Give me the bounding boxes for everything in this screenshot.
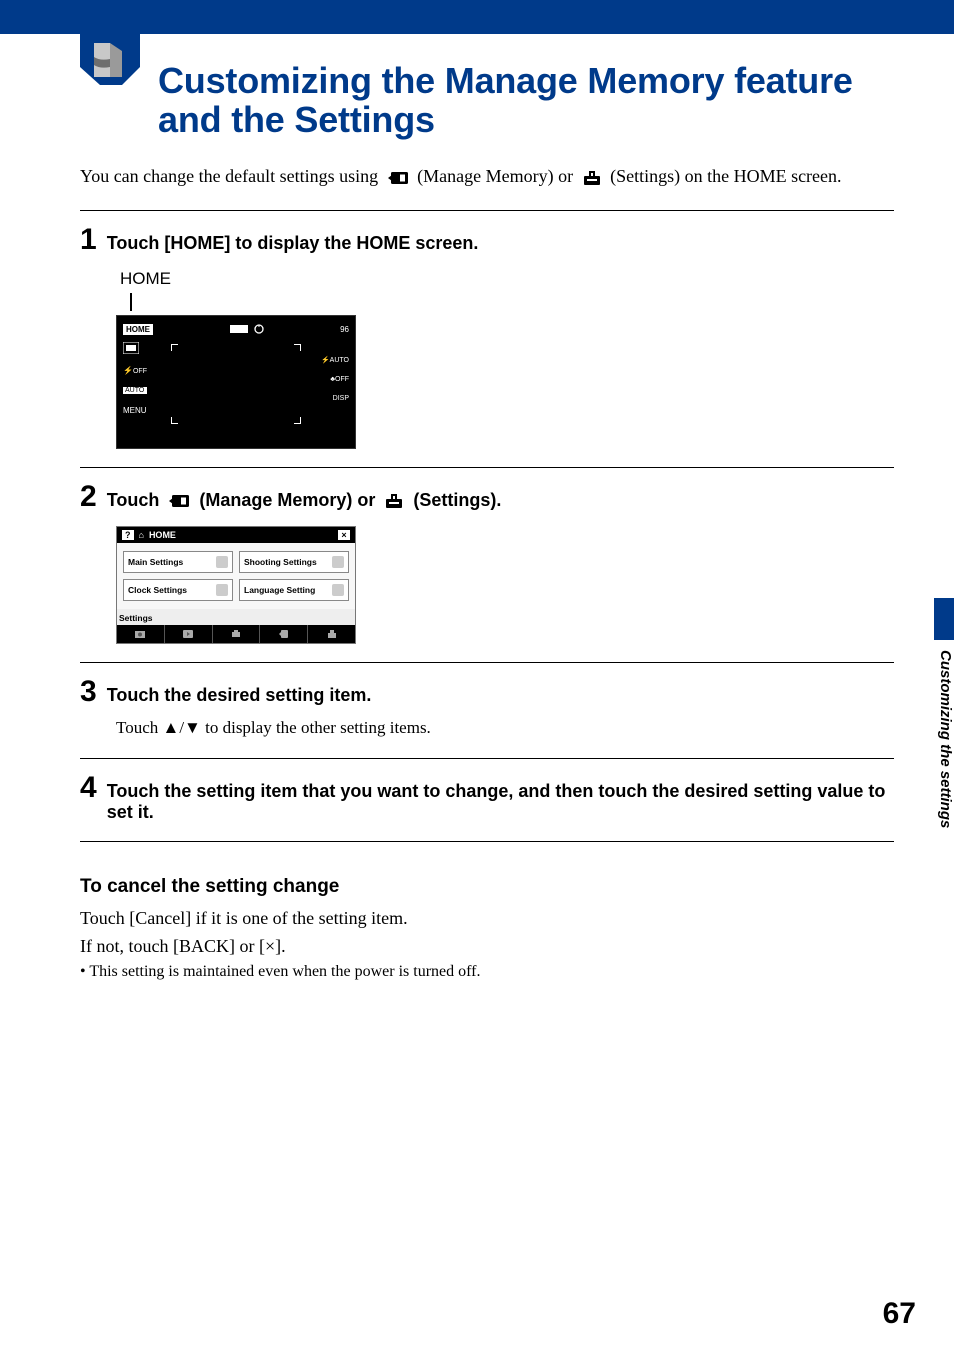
step-text: Touch the desired setting item.: [107, 685, 372, 706]
manage-memory-icon: [168, 494, 190, 508]
step-text: Touch (Manage Memory) or (Settings).: [107, 490, 502, 511]
tab-print-icon: [213, 625, 261, 643]
pointer-line: [130, 293, 132, 311]
lcd-auto-icon: AUTO: [123, 387, 147, 394]
step-text: Touch the setting item that you want to …: [107, 781, 894, 823]
step-number: 3: [80, 677, 97, 707]
cancel-heading: To cancel the setting change: [80, 876, 894, 898]
help-icon: ?: [122, 530, 134, 540]
step-subtext: Touch ▲/▼ to display the other setting i…: [116, 717, 894, 740]
side-section-label: Customizing the settings: [937, 650, 954, 828]
sliders-icon: [216, 556, 228, 568]
figure-label: HOME: [120, 269, 366, 289]
tab-manage-memory-icon: [260, 625, 308, 643]
divider: [80, 841, 894, 842]
language-icon: [332, 584, 344, 596]
side-tab: [934, 598, 954, 640]
language-setting-button: Language Setting: [239, 579, 349, 601]
step-number: 2: [80, 482, 97, 512]
lcd-disp-label: DISP: [333, 395, 349, 402]
lcd-flash-auto: ⚡AUTO: [321, 356, 349, 364]
main-settings-button: Main Settings: [123, 551, 233, 573]
divider: [80, 210, 894, 211]
lcd-macro-off: ♣OFF: [330, 376, 349, 383]
cancel-text: Touch [Cancel] if it is one of the setti…: [80, 906, 894, 930]
settings-menu-figure: ? ⌂ HOME × Main Settings Shooting Settin…: [116, 526, 356, 644]
tab-playback-icon: [165, 625, 213, 643]
camera-icon: [332, 556, 344, 568]
intro-paragraph: You can change the default settings usin…: [80, 164, 894, 188]
close-icon: ×: [338, 530, 350, 540]
menu-bar-title: HOME: [149, 530, 176, 540]
tab-settings-icon: [308, 625, 355, 643]
settings-label: Settings: [117, 609, 355, 625]
divider: [80, 467, 894, 468]
step-number: 4: [80, 773, 97, 803]
bottom-tab-bar: [117, 625, 355, 643]
frames-remaining: 96: [340, 325, 349, 334]
resolution-icon: [123, 342, 139, 354]
clock-settings-button: Clock Settings: [123, 579, 233, 601]
corner-graphic-icon: [80, 33, 140, 93]
settings-icon: [582, 170, 602, 186]
shooting-settings-button: Shooting Settings: [239, 551, 349, 573]
page-title: Customizing the Manage Memory feature an…: [158, 62, 894, 140]
note-bullet: • This setting is maintained even when t…: [80, 963, 894, 981]
home-icon: ⌂: [139, 530, 144, 540]
cancel-text: If not, touch [BACK] or [×].: [80, 934, 894, 958]
battery-icon: [230, 325, 248, 333]
lcd-menu-label: MENU: [123, 406, 147, 415]
divider: [80, 758, 894, 759]
page-number: 67: [883, 1297, 916, 1331]
lcd-home-badge: HOME: [123, 324, 153, 335]
tab-camera-icon: [117, 625, 165, 643]
section-bar: [0, 0, 954, 34]
lcd-off-label: ⚡OFF: [123, 366, 147, 375]
manage-memory-icon: [387, 171, 409, 185]
mode-dial-icon: [254, 324, 264, 334]
clock-icon: [216, 584, 228, 596]
camera-lcd-figure: HOME 96 ⚡OFF AUTO MENU ⚡AUTO ♣OFF DISP: [116, 315, 356, 449]
settings-icon: [384, 493, 404, 509]
section-kicker: Customizing the settings: [158, 33, 894, 54]
step-number: 1: [80, 225, 97, 255]
divider: [80, 662, 894, 663]
step-text: Touch [HOME] to display the HOME screen.: [107, 233, 479, 254]
